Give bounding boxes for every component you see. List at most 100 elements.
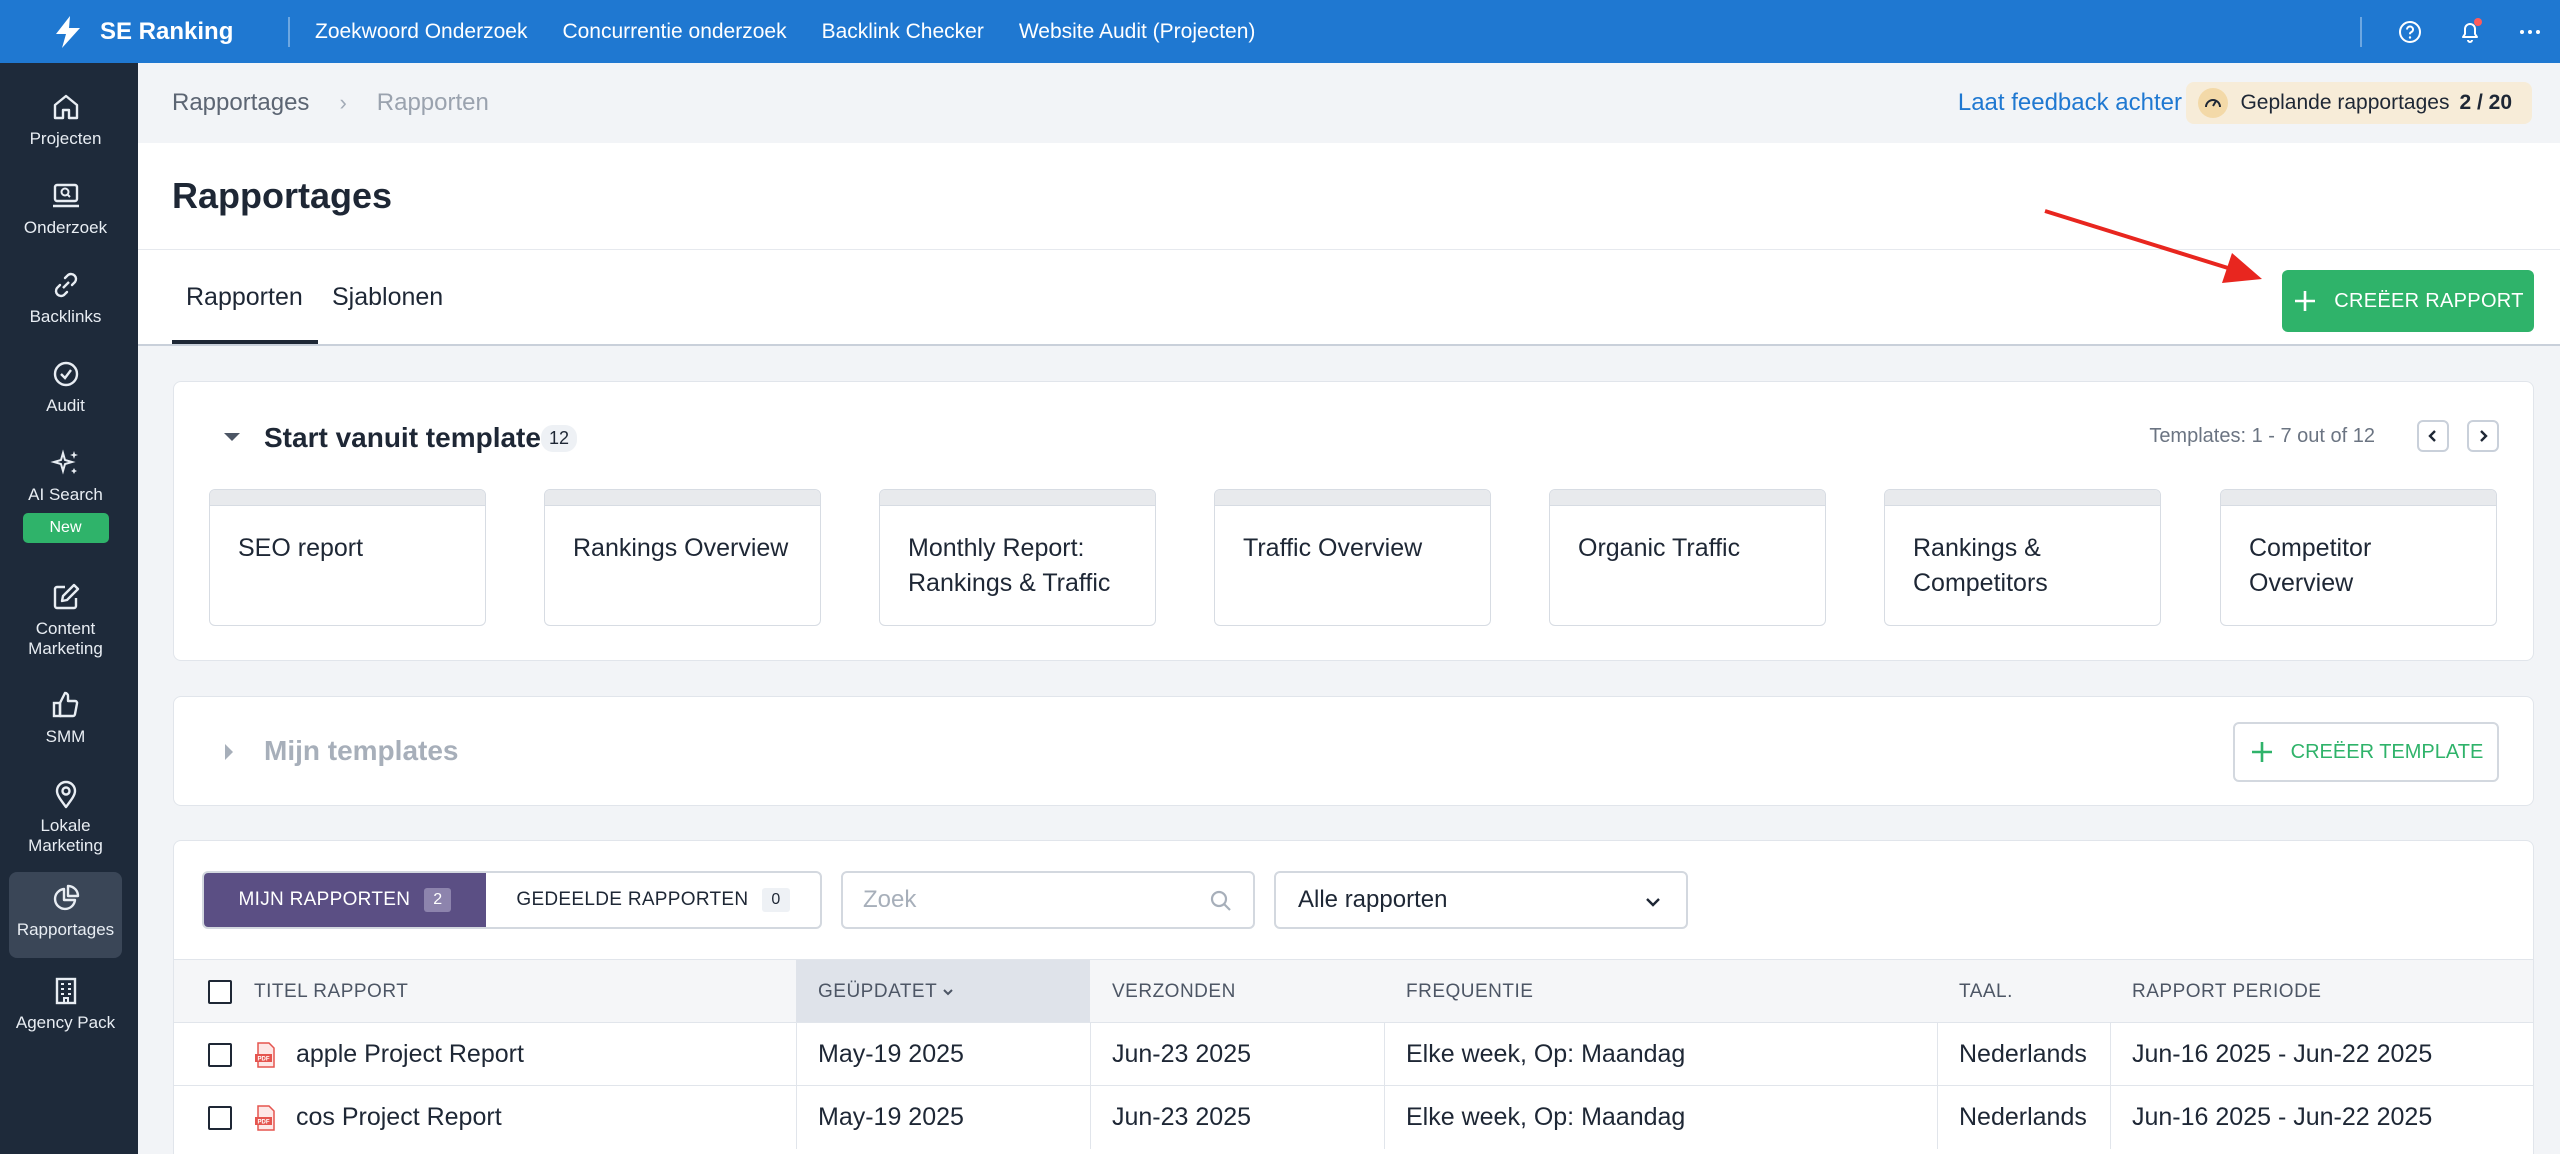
col-period[interactable]: RAPPORT PERIODE bbox=[2132, 960, 2321, 1023]
template-card[interactable]: Organic Traffic bbox=[1549, 489, 1826, 626]
template-name: Rankings Overview bbox=[573, 534, 789, 562]
header-bar: Rapportages › Rapporten Laat feedback ac… bbox=[138, 63, 2560, 143]
row-checkbox[interactable] bbox=[208, 1106, 232, 1130]
segment-label: MIJN RAPPORTEN bbox=[238, 889, 411, 910]
topnav-website-audit[interactable]: Website Audit (Projecten) bbox=[1019, 20, 1256, 44]
col-frequency[interactable]: FREQUENTIE bbox=[1406, 960, 1533, 1023]
link-icon bbox=[54, 272, 77, 298]
tab-rapporten[interactable]: Rapporten bbox=[186, 283, 303, 312]
template-card[interactable]: Traffic Overview bbox=[1214, 489, 1491, 626]
search-icon bbox=[1210, 890, 1231, 911]
template-card[interactable]: SEO report bbox=[209, 489, 486, 626]
search-input[interactable]: Zoek bbox=[841, 871, 1255, 929]
divider bbox=[1090, 1086, 1091, 1149]
report-title-cell[interactable]: PDF cos Project Report bbox=[254, 1086, 502, 1149]
create-template-button[interactable]: CREËER TEMPLATE bbox=[2233, 722, 2499, 782]
top-nav: Zoekwoord Onderzoek Concurrentie onderzo… bbox=[315, 20, 1290, 44]
templates-pager-text: Templates: 1 - 7 out of 12 bbox=[2149, 425, 2375, 447]
caret-down-icon[interactable] bbox=[222, 430, 242, 444]
app-name: SE Ranking bbox=[100, 17, 234, 45]
segment-label: GEDEELDE RAPPORTEN bbox=[516, 889, 749, 910]
pdf-icon: PDF bbox=[255, 1041, 275, 1068]
select-all-checkbox[interactable] bbox=[208, 980, 232, 1004]
create-report-button[interactable]: CREËER RAPPORT bbox=[2282, 270, 2534, 332]
sidebar: Projecten Onderzoek Backlinks Audit AI S… bbox=[0, 63, 138, 1154]
prev-page-button[interactable] bbox=[2417, 420, 2449, 452]
sidebar-item-projecten[interactable]: Projecten bbox=[9, 91, 122, 149]
template-card[interactable]: Rankings & Competitors bbox=[1884, 489, 2161, 626]
col-sent[interactable]: VERZONDEN bbox=[1112, 960, 1236, 1023]
report-language: Nederlands bbox=[1959, 1040, 2087, 1068]
sidebar-item-label: Backlinks bbox=[29, 307, 102, 326]
bell-icon[interactable] bbox=[2450, 12, 2490, 52]
table-header-row: TITEL RAPPORT GEÜPDATET VERZONDEN FREQUE… bbox=[174, 959, 2533, 1023]
sidebar-item-onderzoek[interactable]: Onderzoek bbox=[9, 180, 122, 238]
report-period: Jun-16 2025 - Jun-22 2025 bbox=[2132, 1040, 2433, 1068]
sidebar-item-label: Audit bbox=[46, 396, 85, 415]
sidebar-item-lokale-marketing[interactable]: Lokale Marketing bbox=[9, 778, 122, 856]
sidebar-item-smm[interactable]: SMM bbox=[9, 689, 122, 747]
report-updated: May-19 2025 bbox=[818, 1040, 964, 1068]
feedback-link[interactable]: Laat feedback achter bbox=[1958, 89, 2182, 117]
edit-icon bbox=[53, 583, 79, 610]
row-checkbox[interactable] bbox=[208, 1043, 232, 1067]
report-filter-select[interactable]: Alle rapporten bbox=[1274, 871, 1688, 929]
my-templates-card: Mijn templates CREËER TEMPLATE bbox=[173, 696, 2534, 806]
sidebar-item-audit[interactable]: Audit bbox=[9, 358, 122, 416]
topnav-concurrentie-onderzoek[interactable]: Concurrentie onderzoek bbox=[562, 20, 786, 44]
col-language[interactable]: TAAL. bbox=[1959, 960, 2013, 1023]
topnav-backlink-checker[interactable]: Backlink Checker bbox=[822, 20, 984, 44]
report-sent: Jun-23 2025 bbox=[1112, 1040, 1252, 1068]
segment-my-reports[interactable]: MIJN RAPPORTEN 2 bbox=[204, 873, 486, 927]
table-row[interactable]: PDF apple Project Report May-19 2025 Jun… bbox=[174, 1022, 2533, 1086]
caret-right-icon[interactable] bbox=[222, 741, 236, 763]
sparkles-icon bbox=[49, 449, 78, 475]
template-name: Competitor Overview bbox=[2249, 534, 2372, 597]
col-updated[interactable]: GEÜPDATET bbox=[796, 960, 1090, 1023]
col-title[interactable]: TITEL RAPPORT bbox=[254, 960, 408, 1023]
sidebar-item-agency-pack[interactable]: Agency Pack bbox=[9, 975, 122, 1033]
tab-active-indicator bbox=[172, 340, 318, 344]
scheduled-label: Geplande rapportages bbox=[2240, 91, 2450, 114]
template-card[interactable]: Monthly Report: Rankings & Traffic bbox=[879, 489, 1156, 626]
topnav-zoekwoord-onderzoek[interactable]: Zoekwoord Onderzoek bbox=[315, 20, 527, 44]
notification-dot bbox=[2474, 17, 2482, 26]
divider bbox=[2360, 16, 2362, 47]
speedometer-icon bbox=[2198, 88, 2229, 118]
template-card[interactable]: Competitor Overview bbox=[2220, 489, 2497, 626]
sidebar-item-label: Rapportages bbox=[16, 920, 115, 939]
report-title-cell[interactable]: PDF apple Project Report bbox=[254, 1023, 524, 1086]
breadcrumb-root[interactable]: Rapportages bbox=[172, 89, 309, 117]
home-icon bbox=[53, 94, 78, 120]
sidebar-item-label: Onderzoek bbox=[23, 218, 108, 237]
top-bar: SE Ranking Zoekwoord Onderzoek Concurren… bbox=[0, 0, 2560, 63]
chevron-left-icon bbox=[2428, 430, 2436, 442]
tab-sjablonen[interactable]: Sjablonen bbox=[332, 283, 443, 312]
col-updated-label: GEÜPDATET bbox=[818, 980, 938, 1002]
report-updated: May-19 2025 bbox=[818, 1103, 964, 1131]
template-thumb bbox=[1885, 490, 2160, 506]
next-page-button[interactable] bbox=[2467, 420, 2499, 452]
sidebar-item-backlinks[interactable]: Backlinks bbox=[9, 269, 122, 327]
scheduled-reports-badge[interactable]: Geplande rapportages 2 / 20 bbox=[2186, 82, 2532, 124]
template-name: SEO report bbox=[238, 534, 364, 562]
sidebar-item-ai-search[interactable]: AI Search New bbox=[9, 447, 122, 543]
sidebar-item-label: SMM bbox=[45, 727, 86, 746]
template-card[interactable]: Rankings Overview bbox=[544, 489, 821, 626]
divider bbox=[796, 1023, 797, 1086]
help-icon[interactable] bbox=[2390, 12, 2430, 52]
table-row[interactable]: PDF cos Project Report May-19 2025 Jun-2… bbox=[174, 1085, 2533, 1149]
report-sent: Jun-23 2025 bbox=[1112, 1103, 1252, 1131]
app-logo[interactable]: SE Ranking bbox=[50, 14, 288, 50]
sidebar-item-content-marketing[interactable]: Content Marketing bbox=[9, 581, 122, 659]
my-templates-title[interactable]: Mijn templates bbox=[264, 735, 458, 767]
divider bbox=[138, 249, 2560, 250]
segment-shared-reports[interactable]: GEDEELDE RAPPORTEN 0 bbox=[486, 873, 820, 927]
sidebar-item-rapportages[interactable]: Rapportages bbox=[9, 872, 122, 958]
template-thumb bbox=[880, 490, 1155, 506]
sidebar-item-label: Projecten bbox=[29, 129, 102, 148]
filter-value: Alle rapporten bbox=[1298, 886, 1448, 913]
divider bbox=[1937, 1023, 1938, 1086]
divider bbox=[288, 16, 290, 47]
more-icon[interactable] bbox=[2510, 12, 2550, 52]
